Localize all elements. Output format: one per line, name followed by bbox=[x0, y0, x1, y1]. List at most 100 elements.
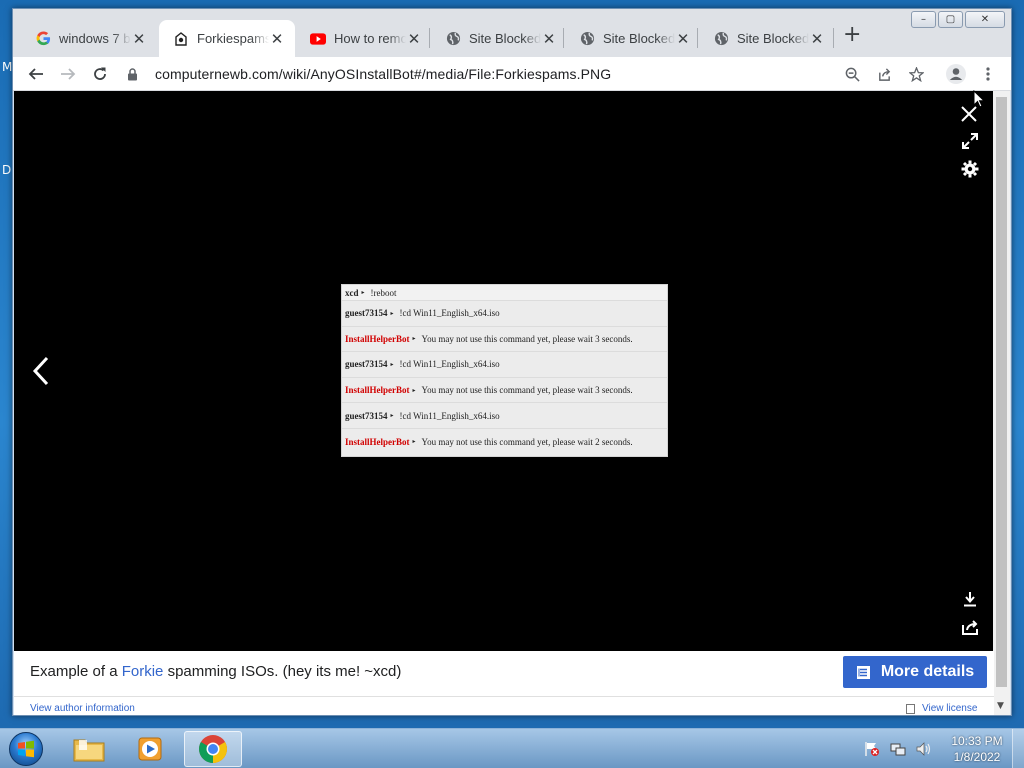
network-icon[interactable] bbox=[890, 741, 906, 757]
more-details-button[interactable]: More details bbox=[843, 656, 987, 688]
media-caption-bar: Example of a Forkie spamming ISOs. (hey … bbox=[14, 651, 994, 715]
chat-message: xcd ▸ !reboot bbox=[342, 285, 667, 301]
browser-window: – ▢ ✕ windows 7 build ✕ Forkiespams.PNG … bbox=[12, 8, 1012, 716]
chat-message: InstallHelperBot ▸ You may not use this … bbox=[342, 378, 667, 404]
fullscreen-button[interactable] bbox=[960, 131, 980, 151]
media-player-icon bbox=[138, 737, 162, 761]
chat-text: You may not use this command yet, please… bbox=[421, 385, 633, 396]
chat-arrow: ▸ bbox=[390, 310, 394, 317]
divider bbox=[14, 696, 994, 697]
gear-icon bbox=[961, 160, 979, 178]
maximize-button[interactable]: ▢ bbox=[938, 11, 963, 28]
chat-message: InstallHelperBot ▸ You may not use this … bbox=[342, 327, 667, 353]
tab-site-blocked-1[interactable]: Site Blocked ✕ bbox=[431, 20, 567, 57]
lock-icon bbox=[125, 67, 139, 81]
address-bar[interactable]: computernewb.com/wiki/AnyOSInstallBot#/m… bbox=[125, 61, 885, 87]
bookmark-button[interactable] bbox=[903, 61, 929, 87]
download-button[interactable] bbox=[960, 589, 980, 609]
window-controls: – ▢ ✕ bbox=[911, 11, 1005, 28]
taskbar-explorer[interactable] bbox=[60, 731, 118, 767]
forkie-link[interactable]: Forkie bbox=[122, 663, 164, 680]
system-clock[interactable]: 10:33 PM 1/8/2022 bbox=[942, 733, 1012, 765]
profile-button[interactable] bbox=[943, 61, 969, 87]
browser-toolbar: computernewb.com/wiki/AnyOSInstallBot#/m… bbox=[13, 57, 1011, 91]
zoom-button[interactable] bbox=[839, 61, 865, 87]
chat-arrow: ▸ bbox=[390, 413, 394, 420]
action-center-flag-icon[interactable] bbox=[864, 741, 880, 757]
tab-how-to-remove[interactable]: How to remove ✕ bbox=[296, 20, 432, 57]
author-info-link[interactable]: View author information bbox=[30, 703, 135, 714]
menu-button[interactable] bbox=[975, 61, 1001, 87]
share-button[interactable] bbox=[871, 61, 897, 87]
back-arrow-icon bbox=[28, 68, 43, 80]
chat-text: !cd Win11_English_x64.iso bbox=[399, 308, 500, 319]
chat-username: guest73154 bbox=[345, 410, 388, 421]
forward-button[interactable] bbox=[55, 61, 81, 87]
tab-close-icon[interactable]: ✕ bbox=[131, 30, 147, 48]
scrollbar-thumb[interactable] bbox=[996, 97, 1007, 687]
close-window-button[interactable]: ✕ bbox=[965, 11, 1005, 28]
tab-title: Site Blocked bbox=[469, 31, 541, 46]
globe-icon bbox=[579, 31, 595, 47]
caption-text: spamming ISOs. (hey its me! ~xcd) bbox=[163, 663, 402, 680]
tab-close-icon[interactable]: ✕ bbox=[406, 30, 422, 48]
taskbar-chrome[interactable] bbox=[184, 731, 242, 767]
share-icon bbox=[878, 67, 890, 81]
kebab-menu-icon bbox=[986, 67, 990, 81]
clock-time: 10:33 PM bbox=[951, 734, 1003, 748]
tab-close-icon[interactable]: ✕ bbox=[809, 30, 825, 48]
tab-strip: – ▢ ✕ windows 7 build ✕ Forkiespams.PNG … bbox=[13, 9, 1011, 57]
folder-icon bbox=[73, 739, 105, 762]
tab-close-icon[interactable]: ✕ bbox=[675, 30, 691, 48]
windows-logo-icon bbox=[9, 732, 43, 766]
chat-message: guest73154 ▸ !cd Win11_English_x64.iso bbox=[342, 403, 667, 429]
chat-text: !cd Win11_English_x64.iso bbox=[399, 359, 500, 370]
scroll-down-arrow-icon[interactable]: ▼ bbox=[997, 701, 1004, 711]
back-button[interactable] bbox=[23, 61, 49, 87]
mouse-cursor-icon bbox=[973, 90, 985, 108]
tab-title: How to remove bbox=[334, 31, 406, 46]
previous-image-button[interactable] bbox=[28, 354, 54, 388]
chrome-icon bbox=[199, 735, 227, 763]
zoom-icon bbox=[845, 67, 860, 82]
tab-forkiespams[interactable]: Forkiespams.PNG ✕ bbox=[159, 20, 295, 57]
tab-title: Site Blocked bbox=[603, 31, 675, 46]
wiki-icon bbox=[173, 31, 189, 47]
system-tray: 10:33 PM 1/8/2022 bbox=[864, 729, 1024, 768]
tab-site-blocked-2[interactable]: Site Blocked ✕ bbox=[565, 20, 701, 57]
tab-windows-7[interactable]: windows 7 build ✕ bbox=[21, 20, 157, 57]
chat-message: InstallHelperBot ▸ You may not use this … bbox=[342, 429, 667, 455]
desktop-icon-label-d: D bbox=[2, 163, 12, 177]
tab-separator bbox=[429, 28, 430, 48]
minimize-button[interactable]: – bbox=[911, 11, 936, 28]
avatar-icon bbox=[946, 64, 966, 84]
page-scrollbar[interactable]: ▼ bbox=[993, 91, 1010, 715]
show-desktop-button[interactable] bbox=[1012, 729, 1024, 768]
new-tab-button[interactable]: + bbox=[843, 24, 861, 46]
volume-icon[interactable] bbox=[916, 741, 932, 757]
tab-site-blocked-3[interactable]: Site Blocked ✕ bbox=[699, 20, 835, 57]
desktop-icon-label-m: M bbox=[2, 60, 13, 74]
chat-screenshot-image: xcd ▸ !reboot guest73154 ▸ !cd Win11_Eng… bbox=[341, 284, 668, 457]
start-button[interactable] bbox=[5, 729, 47, 768]
share-image-button[interactable] bbox=[960, 617, 980, 637]
media-viewer: xcd ▸ !reboot guest73154 ▸ !cd Win11_Eng… bbox=[14, 91, 994, 651]
chat-username: guest73154 bbox=[345, 308, 388, 319]
taskbar-media-player[interactable] bbox=[122, 731, 180, 767]
reload-button[interactable] bbox=[87, 61, 113, 87]
taskbar: 10:33 PM 1/8/2022 bbox=[0, 728, 1024, 768]
clock-date: 1/8/2022 bbox=[953, 750, 1001, 764]
youtube-icon bbox=[310, 31, 326, 47]
tab-separator bbox=[833, 28, 834, 48]
chat-username: InstallHelperBot bbox=[345, 333, 410, 344]
url-text: computernewb.com/wiki/AnyOSInstallBot#/m… bbox=[155, 66, 612, 82]
star-icon bbox=[908, 66, 924, 82]
tab-close-icon[interactable]: ✕ bbox=[541, 30, 557, 48]
tab-title: Site Blocked bbox=[737, 31, 809, 46]
reload-icon bbox=[94, 67, 106, 80]
settings-button[interactable] bbox=[960, 159, 980, 179]
view-license-link[interactable]: View license bbox=[906, 703, 977, 714]
tab-close-icon[interactable]: ✕ bbox=[269, 30, 285, 48]
file-details-icon bbox=[856, 665, 870, 679]
chat-arrow: ▸ bbox=[412, 336, 416, 343]
